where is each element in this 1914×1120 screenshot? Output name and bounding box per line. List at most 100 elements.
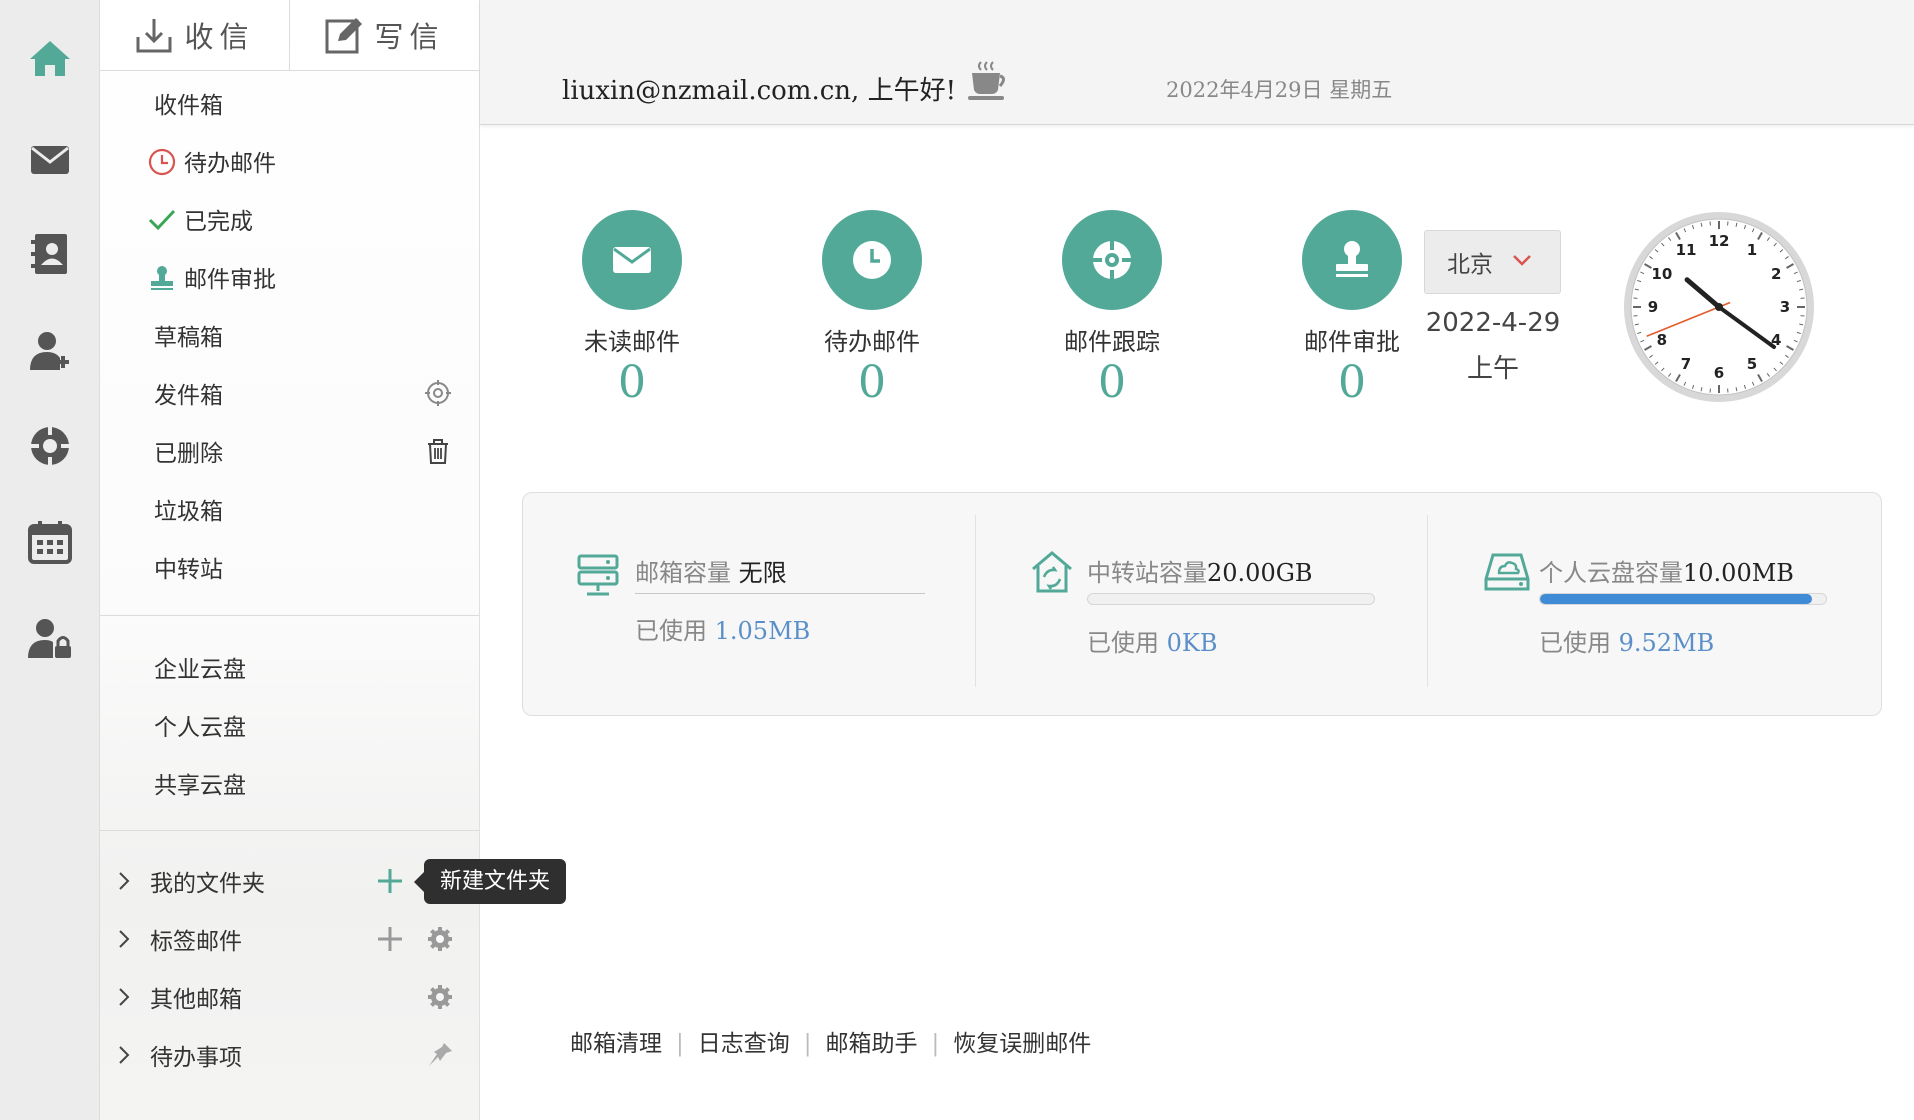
clock-number: 6 — [1714, 364, 1724, 382]
clock-number: 1 — [1747, 241, 1757, 259]
stat-tracking[interactable]: 邮件跟踪 0 — [1032, 210, 1192, 405]
pin-icon[interactable] — [426, 1041, 454, 1069]
cap-title-label: 个人云盘容量 — [1539, 559, 1683, 587]
folder-label: 中转站 — [154, 557, 223, 583]
write-mail-button[interactable]: 写信 — [290, 0, 479, 70]
city-select[interactable]: 北京 — [1424, 230, 1561, 294]
rail-home-button[interactable] — [0, 18, 99, 98]
add-user-icon — [29, 332, 69, 370]
used-value: 9.52MB — [1618, 629, 1715, 657]
folder-deleted[interactable]: 已删除 — [100, 426, 479, 476]
cloud-label: 共享云盘 — [154, 773, 246, 799]
user-lock-icon — [27, 619, 71, 658]
mailbox-used: 已使用 1.05MB — [635, 611, 810, 646]
rail-add-contact-button[interactable] — [0, 310, 99, 390]
check-icon — [148, 209, 176, 231]
stat-label: 邮件审批 — [1304, 328, 1400, 356]
footer-links: 邮箱清理 | 日志查询 | 邮箱助手 | 恢复误删邮件 — [570, 1024, 1091, 1058]
compose-bar: 收信 写信 — [100, 0, 479, 71]
rail-tracking-button[interactable] — [0, 406, 99, 486]
stat-count: 0 — [858, 357, 886, 408]
clock-number: 5 — [1747, 355, 1757, 373]
clock-number: 9 — [1648, 298, 1658, 316]
date-text: 2022年4月29日 星期五 — [1166, 78, 1393, 102]
divider — [1427, 515, 1428, 687]
calendar-icon — [27, 521, 72, 564]
stat-approval[interactable]: 邮件审批 0 — [1272, 210, 1432, 408]
divider — [975, 515, 976, 687]
folder-approval[interactable]: 邮件审批 — [100, 252, 479, 302]
app-nav-rail — [0, 0, 100, 1120]
folder-inbox[interactable]: 收件箱 — [100, 78, 479, 128]
cloud-progress-bar — [1539, 593, 1827, 605]
add-folder-icon[interactable] — [376, 867, 404, 895]
clock-number: 12 — [1709, 232, 1730, 250]
stat-unread[interactable]: 未读邮件 0 — [552, 210, 712, 408]
tree-label: 待办事项 — [150, 1045, 242, 1071]
folder-pending[interactable]: 待办邮件 — [100, 136, 479, 186]
rail-mail-button[interactable] — [0, 120, 99, 200]
rail-calendar-button[interactable] — [0, 502, 99, 582]
folder-done[interactable]: 已完成 — [100, 194, 479, 244]
stat-count: 0 — [1338, 357, 1366, 408]
rail-contacts-button[interactable] — [0, 214, 99, 294]
envelope-icon — [613, 247, 651, 273]
cloud-drive-icon — [1484, 553, 1530, 591]
target-icon[interactable] — [424, 379, 452, 407]
folder-spam[interactable]: 垃圾箱 — [100, 484, 479, 534]
contacts-icon — [30, 234, 67, 274]
clock-number: 7 — [1681, 355, 1691, 373]
cap-title-label: 中转站容量 — [1087, 559, 1207, 587]
folder-transfer[interactable]: 中转站 — [100, 542, 479, 592]
tree-other-mailbox[interactable]: 其他邮箱 — [100, 972, 479, 1022]
cloud-used: 已使用 9.52MB — [1539, 623, 1714, 658]
cloud-label: 个人云盘 — [154, 715, 246, 741]
separator: | — [676, 1031, 684, 1057]
folder-label: 草稿箱 — [154, 325, 223, 351]
download-icon — [136, 19, 172, 53]
city-value: 北京 — [1447, 252, 1493, 278]
divider — [100, 830, 479, 831]
add-icon[interactable] — [376, 925, 404, 953]
folder-drafts[interactable]: 草稿箱 — [100, 310, 479, 360]
cap-title-value: 20.00GB — [1207, 559, 1313, 587]
tracking-icon — [28, 425, 71, 467]
cloud-personal[interactable]: 个人云盘 — [100, 700, 479, 750]
mailbox-clean-link[interactable]: 邮箱清理 — [570, 1031, 662, 1057]
stat-pending[interactable]: 待办邮件 0 — [792, 210, 952, 408]
mailbox-assistant-link[interactable]: 邮箱助手 — [826, 1031, 918, 1057]
tree-todo[interactable]: 待办事项 — [100, 1030, 479, 1080]
folder-label: 已完成 — [184, 209, 253, 235]
stat-label: 邮件跟踪 — [1064, 328, 1160, 356]
receive-mail-button[interactable]: 收信 — [100, 0, 290, 70]
folder-sent[interactable]: 发件箱 — [100, 368, 479, 418]
folder-label: 待办邮件 — [184, 151, 276, 177]
stamp-icon — [151, 266, 173, 290]
tree-tag-mail[interactable]: 标签邮件 — [100, 914, 479, 964]
main-header: liuxin@nzmail.com.cn, 上午好! 2022年4月29日 星期… — [480, 0, 1914, 125]
clock-ampm: 上午 — [1466, 354, 1519, 384]
server-icon — [577, 554, 619, 596]
rail-admin-button[interactable] — [0, 598, 99, 678]
new-folder-tooltip: 新建文件夹 — [413, 859, 567, 904]
cloud-shared[interactable]: 共享云盘 — [100, 758, 479, 808]
clock-icon — [148, 148, 176, 176]
progress-fill — [1540, 594, 1813, 604]
folder-label: 收件箱 — [154, 93, 223, 119]
restore-deleted-link[interactable]: 恢复误删邮件 — [953, 1031, 1091, 1057]
gear-icon[interactable] — [426, 925, 454, 953]
stat-count: 0 — [618, 357, 646, 408]
used-label: 已使用 — [635, 617, 707, 645]
chevron-right-icon — [119, 1046, 130, 1064]
chevron-down-icon — [1513, 255, 1531, 266]
log-query-link[interactable]: 日志查询 — [698, 1031, 790, 1057]
cap-title-label: 邮箱容量 — [635, 559, 731, 587]
used-value: 1.05MB — [714, 617, 811, 645]
trash-icon[interactable] — [424, 437, 452, 465]
home-icon — [29, 41, 70, 76]
receive-mail-label: 收信 — [184, 20, 255, 54]
cloud-enterprise[interactable]: 企业云盘 — [100, 642, 479, 692]
folder-label: 垃圾箱 — [154, 499, 223, 525]
stat-label: 未读邮件 — [584, 328, 680, 356]
gear-icon[interactable] — [426, 983, 454, 1011]
